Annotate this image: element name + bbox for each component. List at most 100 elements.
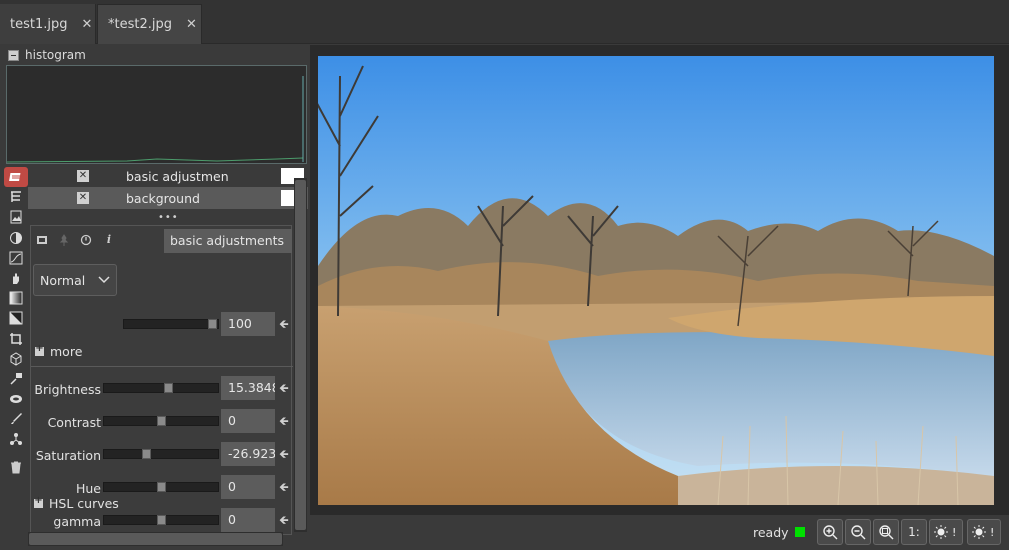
saturation-slider[interactable] xyxy=(103,449,219,459)
status-bar: ready 1: ! ! xyxy=(310,516,1009,550)
slider-knob[interactable] xyxy=(142,449,151,459)
zoom-out-icon xyxy=(851,525,866,540)
tab-test2[interactable]: *test2.jpg ✕ xyxy=(97,4,202,44)
opacity-value[interactable]: 100 xyxy=(221,312,275,336)
brightness-slider[interactable] xyxy=(103,383,219,393)
gamma-value[interactable]: 0 xyxy=(221,508,275,532)
visibility-checkbox[interactable]: ✕ xyxy=(77,192,89,204)
hue-value[interactable]: 0 xyxy=(221,475,275,499)
gamma-slider[interactable] xyxy=(103,515,219,525)
more-section-toggle[interactable]: more xyxy=(35,343,83,359)
hsl-curves-toggle[interactable]: HSL curves xyxy=(34,495,119,511)
clone-icon[interactable] xyxy=(4,369,28,389)
trash-icon[interactable] xyxy=(4,457,28,477)
pin-icon[interactable] xyxy=(58,234,70,246)
brightness-button-2[interactable]: ! xyxy=(967,519,1001,545)
brightness-value[interactable]: 15.3848 xyxy=(221,376,275,400)
gradient-icon[interactable] xyxy=(4,288,28,308)
layers-list: ✕ basic adjustmen ✕ background xyxy=(28,165,308,211)
crop-icon[interactable] xyxy=(4,329,28,349)
zoom-1to1-label: 1: xyxy=(908,525,920,539)
brush-icon[interactable] xyxy=(4,409,28,429)
contrast-value[interactable]: 0 xyxy=(221,409,275,433)
brightness-icon: ! xyxy=(972,525,994,539)
zoom-in-button[interactable] xyxy=(817,519,843,545)
contrast-slider[interactable] xyxy=(103,416,219,426)
left-panel: histogram ✕ basic adjustmen ✕ background… xyxy=(0,45,308,550)
expand-icon[interactable] xyxy=(34,495,43,508)
brightness-button[interactable]: ! xyxy=(929,519,963,545)
status-text: ready xyxy=(753,525,789,540)
curves-icon[interactable] xyxy=(4,248,28,268)
param-label: gamma xyxy=(53,514,101,529)
layers-icon[interactable] xyxy=(4,167,28,187)
visibility-checkbox[interactable]: ✕ xyxy=(77,170,89,182)
layer-row-basic-adjustments[interactable]: ✕ basic adjustmen xyxy=(28,165,308,187)
reset-arrow-icon[interactable]: 🡸 xyxy=(279,447,293,461)
histogram-plot xyxy=(6,76,304,163)
tab-label: test1.jpg xyxy=(10,16,68,32)
tab-label: *test2.jpg xyxy=(108,17,172,32)
slider-knob[interactable] xyxy=(157,416,166,426)
reset-arrow-icon[interactable]: 🡸 xyxy=(279,513,293,527)
tree-icon[interactable] xyxy=(4,187,28,207)
param-label: Saturation xyxy=(35,448,101,463)
zoom-in-icon xyxy=(823,525,838,540)
splitter-handle[interactable]: ••• xyxy=(158,212,179,223)
horizontal-scrollbar[interactable] xyxy=(28,532,283,546)
histogram-canvas xyxy=(6,65,307,164)
reset-arrow-icon[interactable]: 🡸 xyxy=(279,414,293,428)
saturation-value[interactable]: -26.923 xyxy=(221,442,275,466)
more-label: more xyxy=(50,344,83,359)
histogram-header[interactable]: histogram xyxy=(8,48,86,62)
opacity-slider[interactable] xyxy=(123,319,219,329)
slider-knob[interactable] xyxy=(164,383,173,393)
close-icon[interactable]: ✕ xyxy=(186,17,197,32)
reset-arrow-icon[interactable]: 🡸 xyxy=(279,317,293,331)
zoom-fit-button[interactable] xyxy=(873,519,899,545)
tab-bar: test1.jpg ✕ *test2.jpg ✕ xyxy=(0,0,1009,44)
contrast-icon[interactable] xyxy=(4,228,28,248)
reset-arrow-icon[interactable]: 🡸 xyxy=(279,480,293,494)
layer-name: basic adjustmen xyxy=(126,169,229,184)
power-icon[interactable] xyxy=(80,234,92,246)
vertical-scrollbar[interactable] xyxy=(294,178,307,532)
scrollbar-thumb[interactable] xyxy=(29,533,282,545)
tab-test1[interactable]: test1.jpg ✕ xyxy=(0,4,96,44)
brightness-icon: ! xyxy=(934,525,956,539)
opacity-slider-knob[interactable] xyxy=(208,319,217,329)
histogram-title: histogram xyxy=(25,48,86,62)
image-icon[interactable] xyxy=(4,207,28,227)
scrollbar-thumb[interactable] xyxy=(295,180,306,530)
tool-column xyxy=(4,167,28,547)
photo-canvas xyxy=(318,56,994,505)
ellipse-icon[interactable] xyxy=(4,389,28,409)
expand-icon[interactable] xyxy=(35,343,44,356)
info-icon[interactable]: i xyxy=(103,234,115,246)
layer-row-background[interactable]: ✕ background xyxy=(28,187,308,209)
reset-arrow-icon[interactable]: 🡸 xyxy=(279,381,293,395)
close-icon[interactable]: ✕ xyxy=(81,17,92,32)
nodes-icon[interactable] xyxy=(4,429,28,449)
image-viewer[interactable] xyxy=(310,45,1009,515)
divider xyxy=(31,366,293,367)
mask-icon[interactable] xyxy=(36,234,48,246)
landscape-image xyxy=(318,56,994,505)
hsl-curves-label: HSL curves xyxy=(49,496,119,511)
cube-icon[interactable] xyxy=(4,349,28,369)
zoom-fit-icon xyxy=(879,525,894,540)
slider-knob[interactable] xyxy=(157,482,166,492)
hand-icon[interactable] xyxy=(4,268,28,288)
adjustment-title[interactable]: basic adjustments xyxy=(164,229,292,253)
svg-text:!: ! xyxy=(990,526,994,539)
param-label: Brightness xyxy=(34,382,101,397)
slider-knob[interactable] xyxy=(157,515,166,525)
blend-mode-select[interactable]: Normal xyxy=(33,264,117,296)
hue-slider[interactable] xyxy=(103,482,219,492)
collapse-icon[interactable] xyxy=(8,49,19,61)
param-label: Hue xyxy=(75,481,101,496)
adjustment-toolbar: i basic adjustments xyxy=(31,226,293,256)
diagonal-mask-icon[interactable] xyxy=(4,308,28,328)
zoom-1to1-button[interactable]: 1: xyxy=(901,519,927,545)
zoom-out-button[interactable] xyxy=(845,519,871,545)
